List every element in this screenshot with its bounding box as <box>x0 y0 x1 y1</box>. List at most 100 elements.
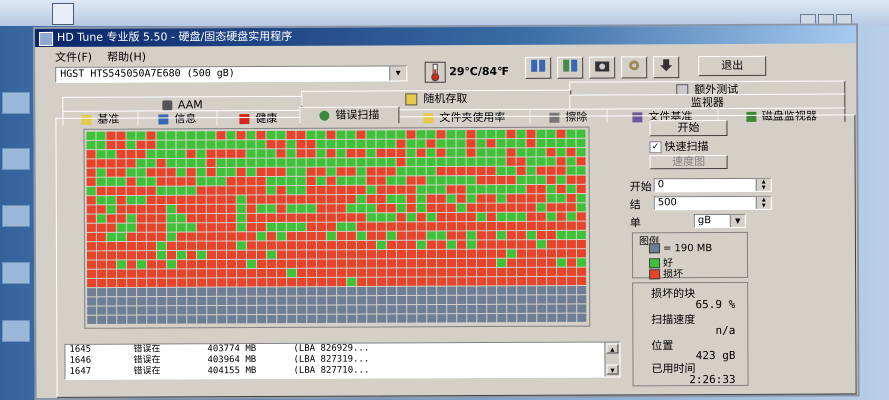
start-spinner[interactable]: ▲ ▼ <box>755 178 771 191</box>
menu-help[interactable]: 帮助(H) <box>107 49 146 65</box>
scan-block <box>397 305 407 314</box>
scan-block <box>86 196 96 205</box>
scan-block <box>96 242 106 251</box>
desktop-shortcut-icon[interactable] <box>2 262 30 284</box>
scan-block <box>557 295 567 304</box>
scan-block <box>106 232 116 242</box>
scan-block <box>177 306 187 315</box>
desktop-shortcut-icon[interactable] <box>2 320 30 342</box>
scan-block <box>447 304 457 314</box>
scan-block <box>396 139 406 148</box>
chevron-down-icon[interactable]: ▼ <box>389 66 407 81</box>
scan-block <box>356 231 366 240</box>
scan-block <box>516 194 526 203</box>
scan-block <box>536 194 546 203</box>
scan-block <box>206 204 216 214</box>
scan-block <box>97 297 107 306</box>
scan-block <box>146 223 156 232</box>
desktop-shortcut-icon[interactable] <box>2 92 30 114</box>
scan-block <box>196 177 206 186</box>
scan-block <box>337 296 347 305</box>
scan-block <box>436 157 446 167</box>
copy-info-icon[interactable] <box>525 56 552 79</box>
scan-block <box>266 222 276 232</box>
scan-block <box>477 314 487 323</box>
screenshot-icon[interactable] <box>589 56 616 79</box>
drive-select[interactable]: HGST HTS545050A7E680 (500 gB) ▼ <box>55 65 408 83</box>
scan-block <box>196 158 206 168</box>
scan-block <box>436 139 446 148</box>
checkbox-icon[interactable]: ✓ <box>649 141 662 154</box>
scan-block <box>127 306 137 315</box>
scan-block <box>146 241 156 251</box>
scan-block <box>516 166 526 175</box>
unit-select[interactable]: gB ▼ <box>693 213 746 229</box>
end-input[interactable]: 500 ▲ ▼ <box>653 195 772 211</box>
scan-block <box>126 186 136 195</box>
scan-block <box>566 148 576 157</box>
scan-block <box>197 287 207 296</box>
scan-block <box>247 259 257 269</box>
speed-map-button[interactable]: 速度图 <box>649 154 728 170</box>
exit-button[interactable]: 退出 <box>698 55 767 77</box>
scan-block <box>246 186 256 195</box>
scan-block <box>277 314 287 324</box>
scan-block <box>427 268 437 277</box>
scan-block <box>577 285 587 295</box>
scan-block <box>176 149 186 158</box>
scan-block <box>386 185 396 194</box>
scan-block <box>227 269 237 278</box>
tab-random-access[interactable]: 随机存取 <box>301 89 572 106</box>
log-lba: (LBA 827710... <box>293 365 370 376</box>
scan-block <box>296 186 306 195</box>
scan-block <box>506 231 516 240</box>
scan-block <box>106 168 116 177</box>
scan-block <box>286 167 296 176</box>
scan-block <box>167 315 177 324</box>
end-spinner[interactable]: ▲ ▼ <box>755 196 771 209</box>
scan-block <box>436 231 446 240</box>
scan-block <box>487 295 497 304</box>
start-button[interactable]: 开始 <box>649 119 728 137</box>
scan-speed-label: 扫描速度 <box>651 313 696 327</box>
scan-block <box>537 267 547 277</box>
scan-block <box>557 276 567 286</box>
taskbar-app-icon[interactable] <box>52 3 74 25</box>
error-log[interactable]: 1645 错误在 403774 MB (LBA 826929... 1646 错… <box>64 341 621 380</box>
log-scrollbar[interactable]: ▲ ▼ <box>604 342 620 377</box>
scan-block <box>426 157 436 167</box>
scroll-up-icon[interactable]: ▲ <box>606 343 619 354</box>
scan-block <box>126 131 136 140</box>
quick-scan-checkbox[interactable]: ✓ 快速扫描 <box>649 138 709 154</box>
scan-block <box>396 130 406 139</box>
tab-error-scan[interactable]: 错误扫描 <box>299 106 400 124</box>
scroll-down-icon[interactable]: ▼ <box>606 364 619 375</box>
scan-block <box>406 249 417 259</box>
scan-block <box>286 250 297 259</box>
scan-block <box>97 315 107 324</box>
scan-block <box>96 150 106 159</box>
scan-block <box>107 306 117 315</box>
options-icon[interactable] <box>621 56 648 79</box>
scan-block <box>176 241 186 250</box>
scan-block <box>346 130 356 139</box>
scan-block <box>297 278 307 287</box>
scan-block <box>396 167 406 176</box>
scan-block <box>276 149 286 158</box>
start-input[interactable]: 0 ▲ ▼ <box>653 177 772 193</box>
chevron-down-icon[interactable]: ▼ <box>729 214 745 227</box>
scan-block <box>506 139 516 148</box>
scan-block <box>496 175 506 185</box>
scan-block <box>327 305 337 314</box>
desktop-shortcut-icon[interactable] <box>2 205 30 227</box>
desktop-shortcut-icon[interactable] <box>2 148 30 170</box>
copy-screen-icon[interactable] <box>557 56 584 79</box>
scan-block <box>87 315 97 324</box>
scan-block <box>146 159 156 168</box>
scan-block <box>546 203 556 212</box>
scan-block <box>126 195 136 205</box>
menu-file[interactable]: 文件(F) <box>55 49 92 65</box>
scan-block <box>377 305 387 314</box>
scan-block <box>427 286 437 295</box>
down-arrow-icon[interactable] <box>653 56 680 79</box>
